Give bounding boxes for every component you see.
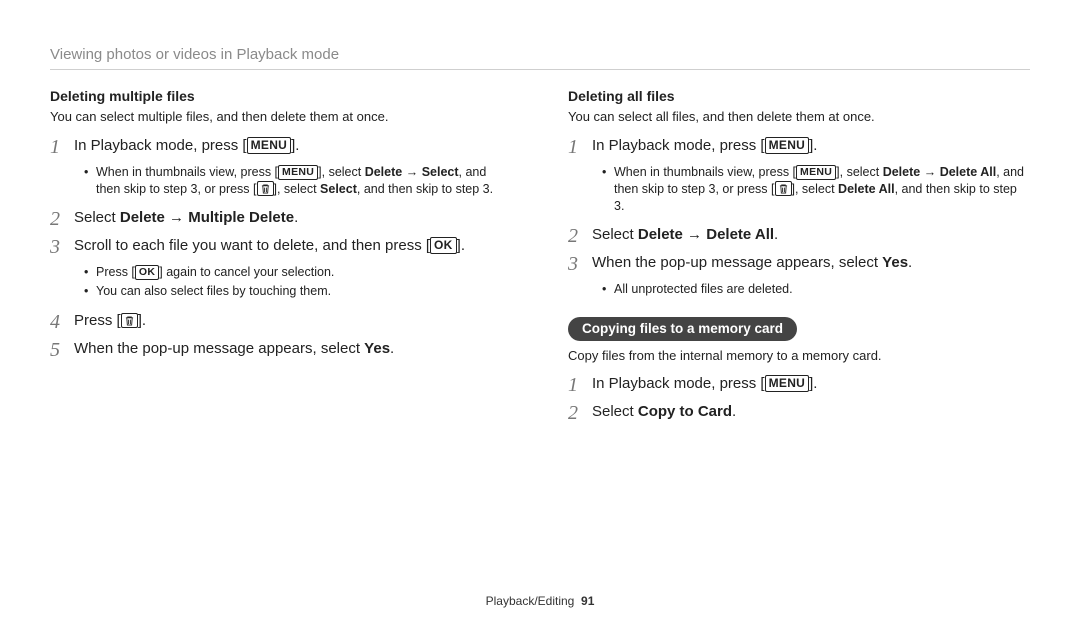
step-notes: When in thumbnails view, press [MENU], s…: [602, 164, 1030, 216]
subhead-left: Deleting multiple files: [50, 88, 512, 104]
trash-icon: [775, 181, 792, 196]
step-notes: When in thumbnails view, press [MENU], s…: [84, 164, 512, 199]
note: You can also select files by touching th…: [84, 283, 512, 300]
steps-right: 2 Select Delete → Delete All. 3 When the…: [568, 225, 1030, 275]
step: 1 In Playback mode, press [MENU].: [50, 136, 512, 158]
divider: [50, 69, 1030, 70]
content-columns: Deleting multiple files You can select m…: [50, 88, 1030, 430]
steps-right: 1 In Playback mode, press [MENU].: [568, 136, 1030, 158]
menu-key-icon: MENU: [278, 165, 318, 180]
step-number: 4: [50, 311, 74, 333]
note: When in thumbnails view, press [MENU], s…: [84, 164, 512, 199]
ok-key-icon: OK: [135, 265, 159, 280]
right-column: Deleting all files You can select all fi…: [568, 88, 1030, 430]
step-text: Select Delete → Multiple Delete.: [74, 208, 298, 228]
note: All unprotected files are deleted.: [602, 281, 1030, 298]
step-number: 3: [568, 253, 592, 275]
step-text: Select Copy to Card.: [592, 402, 736, 422]
step-number: 2: [568, 225, 592, 247]
step-notes: Press [OK] again to cancel your selectio…: [84, 264, 512, 301]
step-text: In Playback mode, press [MENU].: [74, 136, 299, 156]
steps-copy: 1 In Playback mode, press [MENU]. 2 Sele…: [568, 374, 1030, 424]
steps-left: 2 Select Delete → Multiple Delete. 3 Scr…: [50, 208, 512, 258]
left-column: Deleting multiple files You can select m…: [50, 88, 512, 430]
trash-icon: [257, 181, 274, 196]
note: Press [OK] again to cancel your selectio…: [84, 264, 512, 281]
page-footer: Playback/Editing 91: [0, 594, 1080, 608]
step-notes: All unprotected files are deleted.: [602, 281, 1030, 298]
step-text: When the pop-up message appears, select …: [592, 253, 912, 273]
note: When in thumbnails view, press [MENU], s…: [602, 164, 1030, 216]
step: 3 When the pop-up message appears, selec…: [568, 253, 1030, 275]
steps-left: 1 In Playback mode, press [MENU].: [50, 136, 512, 158]
step-number: 2: [568, 402, 592, 424]
footer-section: Playback/Editing: [486, 594, 575, 608]
copy-intro: Copy files from the internal memory to a…: [568, 347, 1030, 365]
manual-page: Viewing photos or videos in Playback mod…: [0, 0, 1080, 630]
step-number: 5: [50, 339, 74, 361]
step-text: Press [].: [74, 311, 146, 331]
section-pill: Copying files to a memory card: [568, 317, 797, 341]
step: 2 Select Copy to Card.: [568, 402, 1030, 424]
step-number: 1: [50, 136, 74, 158]
intro-right: You can select all files, and then delet…: [568, 108, 1030, 126]
trash-icon: [121, 313, 138, 328]
menu-key-icon: MENU: [796, 165, 836, 180]
step-text: In Playback mode, press [MENU].: [592, 374, 817, 394]
step: 1 In Playback mode, press [MENU].: [568, 136, 1030, 158]
page-title: Viewing photos or videos in Playback mod…: [50, 46, 1030, 63]
steps-left: 4 Press []. 5 When the pop-up message ap…: [50, 311, 512, 361]
step-number: 3: [50, 236, 74, 258]
footer-page: 91: [581, 594, 594, 608]
step: 2 Select Delete → Multiple Delete.: [50, 208, 512, 230]
step-text: Scroll to each file you want to delete, …: [74, 236, 465, 256]
step: 4 Press [].: [50, 311, 512, 333]
intro-left: You can select multiple files, and then …: [50, 108, 512, 126]
menu-key-icon: MENU: [765, 375, 810, 392]
step-text: When the pop-up message appears, select …: [74, 339, 394, 359]
ok-key-icon: OK: [430, 237, 457, 254]
menu-key-icon: MENU: [765, 137, 810, 154]
step-number: 1: [568, 374, 592, 396]
step: 5 When the pop-up message appears, selec…: [50, 339, 512, 361]
step: 2 Select Delete → Delete All.: [568, 225, 1030, 247]
step-number: 1: [568, 136, 592, 158]
subhead-right: Deleting all files: [568, 88, 1030, 104]
menu-key-icon: MENU: [247, 137, 292, 154]
step-number: 2: [50, 208, 74, 230]
step-text: In Playback mode, press [MENU].: [592, 136, 817, 156]
step: 1 In Playback mode, press [MENU].: [568, 374, 1030, 396]
step: 3 Scroll to each file you want to delete…: [50, 236, 512, 258]
step-text: Select Delete → Delete All.: [592, 225, 778, 245]
